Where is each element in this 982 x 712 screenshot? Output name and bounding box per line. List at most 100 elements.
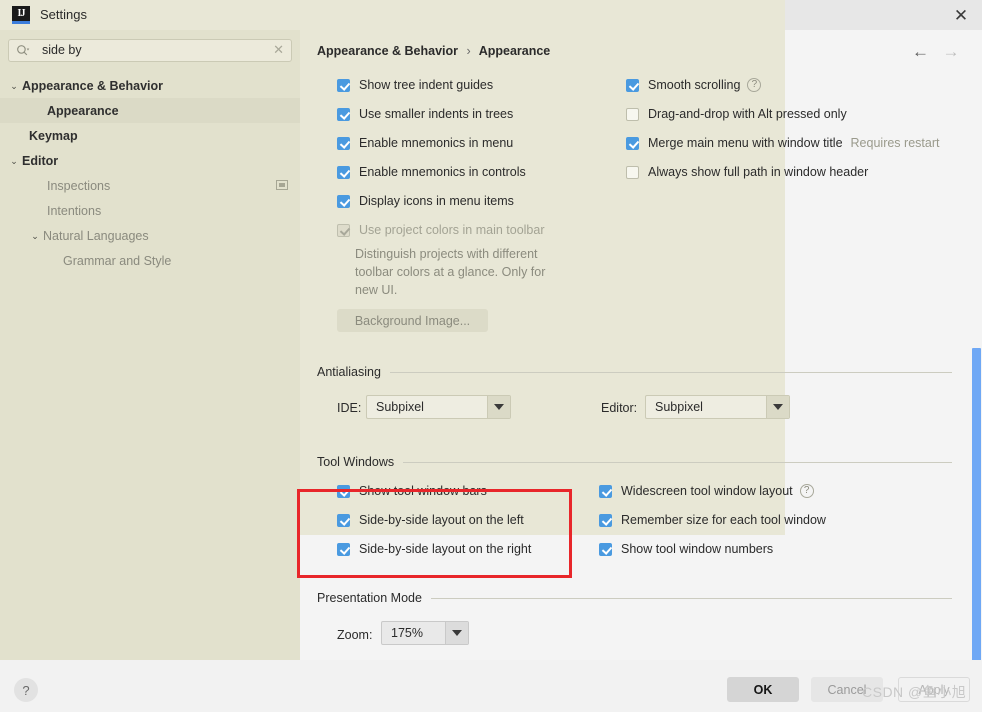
checkbox-icon[interactable] [337,107,350,121]
group-divider [430,597,952,599]
chevron-down-icon[interactable] [766,396,789,418]
checkbox-label: Use project colors in main toolbar [359,223,545,237]
checkbox-icon[interactable] [337,165,350,179]
antialiasing-group-title: Antialiasing [317,365,381,379]
project-colors-description: Distinguish projects with different tool… [355,247,546,297]
sidebar-item-label: Inspections [47,178,111,193]
checkbox-label: Side-by-side layout on the left [359,513,524,527]
sidebar-item-label: Editor [22,153,59,168]
inspection-profile-icon[interactable] [276,180,288,190]
checkbox-icon[interactable] [337,136,350,150]
zoom-select[interactable]: 175% [381,621,469,645]
checkbox-icon[interactable] [626,107,639,121]
sidebar-item-editor[interactable]: ⌄ Editor [0,148,300,173]
apply-button[interactable]: Apply [898,677,970,702]
sidebar-item-natural-languages[interactable]: ⌄ Natural Languages [0,223,300,248]
sidebar-item-inspections[interactable]: Inspections [0,173,300,198]
checkbox-label: Always show full path in window header [648,165,869,179]
checkbox-icon[interactable] [337,194,350,208]
option-remember-size-for-each-tool-window[interactable]: Remember size for each tool window [599,513,826,527]
checkbox-icon[interactable] [599,513,612,527]
sidebar-item-keymap[interactable]: Keymap [0,123,300,148]
option-enable-mnemonics-in-controls[interactable]: Enable mnemonics in controls [337,165,526,179]
checkbox-label: Remember size for each tool window [621,513,826,527]
background-image-button[interactable]: Background Image... [337,309,488,332]
option-show-tool-window-numbers[interactable]: Show tool window numbers [599,542,773,556]
help-icon[interactable]: ? [747,78,762,92]
sidebar-item-intentions[interactable]: Intentions [0,198,300,223]
sidebar-item-grammar-and-style[interactable]: Grammar and Style [0,248,300,273]
search-field[interactable]: side by ✕ [8,39,292,62]
checkbox-label: Show tool window numbers [621,542,774,556]
checkbox-icon[interactable] [599,542,612,556]
chevron-down-icon[interactable] [487,396,510,418]
ide-antialiasing-select[interactable]: Subpixel [366,395,511,419]
checkbox-icon[interactable] [337,542,350,556]
option-side-by-side-layout-on-the-left[interactable]: Side-by-side layout on the left [337,513,524,527]
sidebar-item-label: Appearance [47,103,119,118]
option-side-by-side-layout-on-the-right[interactable]: Side-by-side layout on the right [337,542,531,556]
checkbox-icon[interactable] [626,165,639,179]
content-scrollbar-thumb[interactable] [972,348,981,688]
back-arrow-icon[interactable]: ← [910,43,932,61]
ide-antialiasing-label: IDE: [337,401,362,415]
checkbox-icon[interactable] [599,484,612,498]
settings-dialog: IJ Settings ✕ side by ✕ ⌄ Appearance & Be… [0,0,982,712]
breadcrumb-leaf: Appearance [478,44,551,58]
title-bar-left-region [0,0,785,30]
zoom-label: Zoom: [337,628,373,642]
option-use-smaller-indents-in-trees[interactable]: Use smaller indents in trees [337,107,513,121]
option-enable-mnemonics-in-menu[interactable]: Enable mnemonics in menu [337,136,513,150]
editor-antialiasing-select[interactable]: Subpixel [645,395,790,419]
close-icon[interactable]: ✕ [948,3,974,27]
checkbox-label: Enable mnemonics in menu [359,136,514,150]
checkbox-icon[interactable] [337,78,350,92]
search-input-value[interactable]: side by [42,43,82,57]
clear-search-icon[interactable]: ✕ [273,42,284,58]
sidebar-item-appearance[interactable]: Appearance [0,98,300,123]
intellij-logo-icon: IJ [12,6,30,24]
chevron-down-icon[interactable] [445,622,468,644]
sidebar-item-label: Keymap [29,128,78,143]
checkbox-icon [337,223,350,237]
checkbox-label: Show tree indent guides [359,78,494,92]
checkbox-icon[interactable] [626,136,639,150]
content-scrollbar-track[interactable] [971,30,982,688]
checkbox-label: Merge main menu with window title [648,136,843,150]
editor-antialiasing-label: Editor: [601,401,638,415]
navigation-buttons: ← → [906,43,962,62]
presentation-mode-group-header: Presentation Mode [317,591,952,605]
window-title: Settings [40,7,87,22]
cancel-button[interactable]: Cancel [811,677,883,702]
checkbox-icon[interactable] [626,78,639,92]
checkbox-icon[interactable] [337,513,350,527]
checkbox-icon[interactable] [337,484,350,498]
option-drag-and-drop-with-alt-pressed-only[interactable]: Drag-and-drop with Alt pressed only [626,107,847,121]
checkbox-label: Display icons in menu items [359,194,514,208]
option-show-tree-indent-guides[interactable]: Show tree indent guides [337,78,493,92]
forward-arrow-icon[interactable]: → [940,43,962,61]
option-merge-main-menu-with-window-title[interactable]: Merge main menu with window title Require… [626,136,939,150]
checkbox-label: Enable mnemonics in controls [359,165,526,179]
chevron-down-icon[interactable]: ⌄ [8,155,20,167]
checkbox-label: Widescreen tool window layout [621,484,793,498]
editor-antialiasing-value: Subpixel [655,400,703,414]
sidebar-item-label: Intentions [47,203,102,218]
breadcrumb-root[interactable]: Appearance & Behavior [317,44,458,58]
chevron-down-icon[interactable]: ⌄ [8,80,20,92]
requires-restart-note: Requires restart [850,136,940,150]
ok-button[interactable]: OK [727,677,799,702]
help-icon[interactable]: ? [14,678,38,702]
option-show-tool-window-bars[interactable]: Show tool window bars [337,484,487,498]
option-use-project-colors-in-main-toolbar: Use project colors in main toolbar [337,223,545,237]
chevron-down-icon[interactable]: ⌄ [29,230,41,242]
option-display-icons-in-menu-items[interactable]: Display icons in menu items [337,194,514,208]
presentation-mode-group-title: Presentation Mode [317,591,422,605]
sidebar-item-appearance-behavior[interactable]: ⌄ Appearance & Behavior [0,73,300,98]
option-smooth-scrolling[interactable]: Smooth scrolling? [626,78,762,92]
tool-windows-group-header: Tool Windows [317,455,952,469]
tool-windows-group-title: Tool Windows [317,455,395,469]
option-always-show-full-path-in-window-header[interactable]: Always show full path in window header [626,165,868,179]
help-icon[interactable]: ? [799,484,814,498]
option-widescreen-tool-window-layout[interactable]: Widescreen tool window layout? [599,484,814,498]
